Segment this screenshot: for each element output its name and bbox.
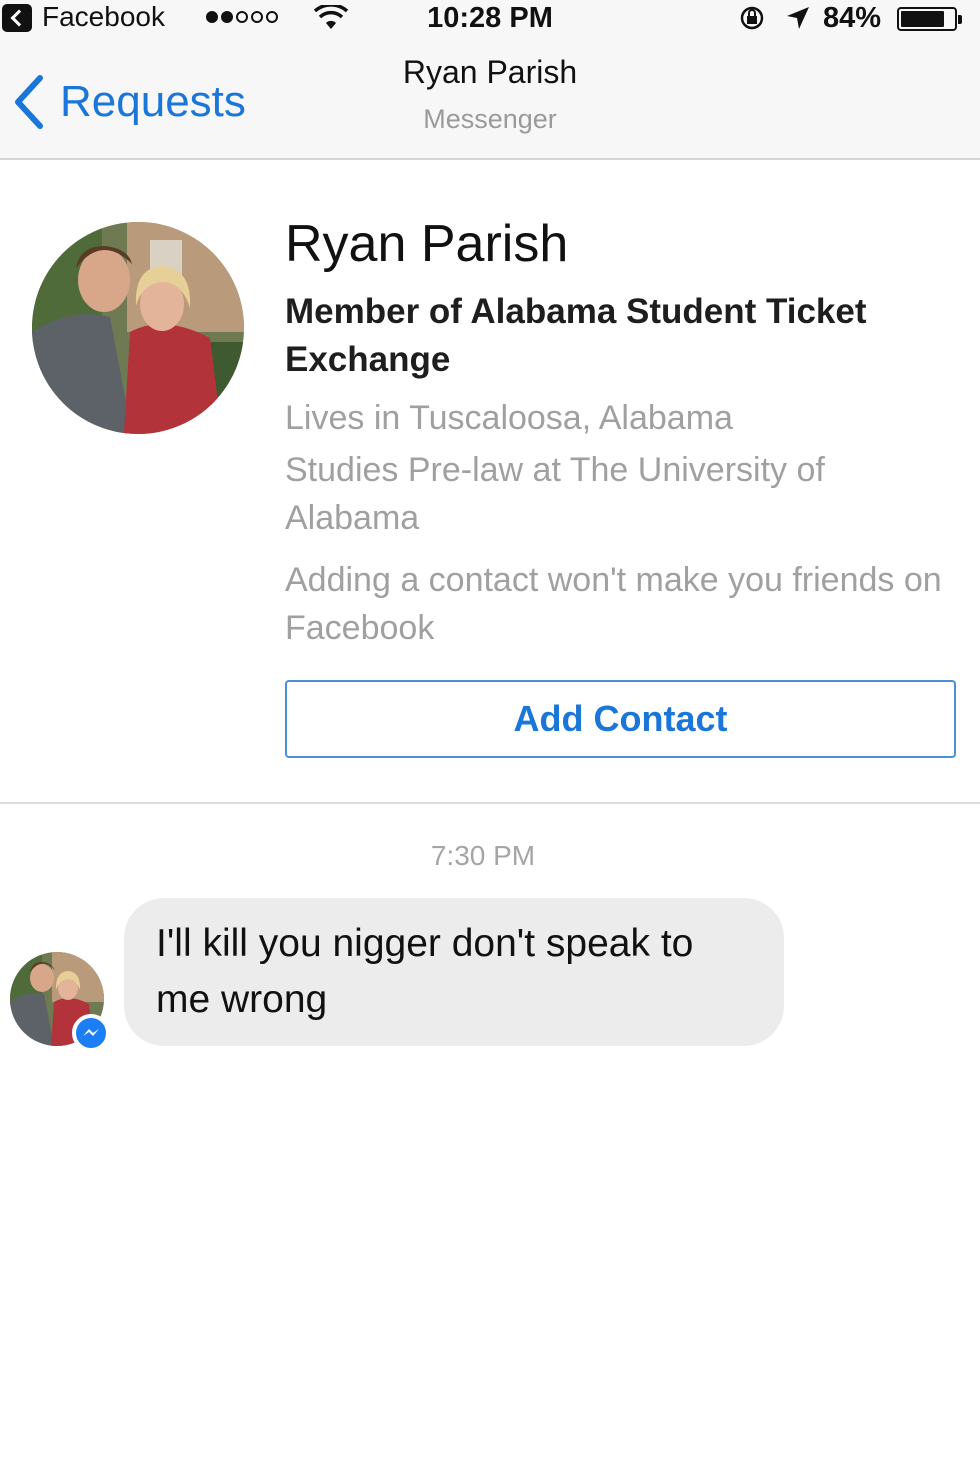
profile-avatar[interactable] (32, 222, 244, 434)
messenger-bolt-icon (83, 1029, 99, 1036)
contact-note: Adding a contact won't make you friends … (285, 561, 942, 647)
profile-name: Ryan Parish (285, 215, 569, 273)
message-bubble[interactable]: I'll kill you nigger don't speak to me w… (124, 898, 784, 1046)
battery-icon (897, 7, 962, 31)
profile-info: Ryan Parish Member of Alabama Student Ti… (285, 212, 955, 652)
add-contact-button[interactable]: Add Contact (285, 680, 956, 758)
profile-studies: Studies Pre-law at The University of Ala… (285, 451, 825, 537)
status-bar: Facebook 10:28 PM 84% (0, 0, 980, 38)
messenger-badge (72, 1014, 110, 1052)
nav-bar: Requests Ryan Parish Messenger (0, 38, 980, 160)
profile-work: Member of Alabama Student Ticket Exchang… (285, 292, 867, 379)
location-arrow-icon (787, 7, 809, 29)
conversation-subtitle: Messenger (423, 104, 557, 134)
battery-fill (901, 11, 945, 27)
profile-lives: Lives in Tuscaloosa, Alabama (285, 399, 733, 437)
battery-percent: 84% (823, 2, 882, 34)
conversation-title: Ryan Parish (402, 54, 578, 90)
profile-card: Ryan Parish Member of Alabama Student Ti… (0, 160, 980, 804)
message-timestamp: 7:30 PM (430, 840, 536, 871)
orientation-lock-icon (740, 6, 764, 30)
